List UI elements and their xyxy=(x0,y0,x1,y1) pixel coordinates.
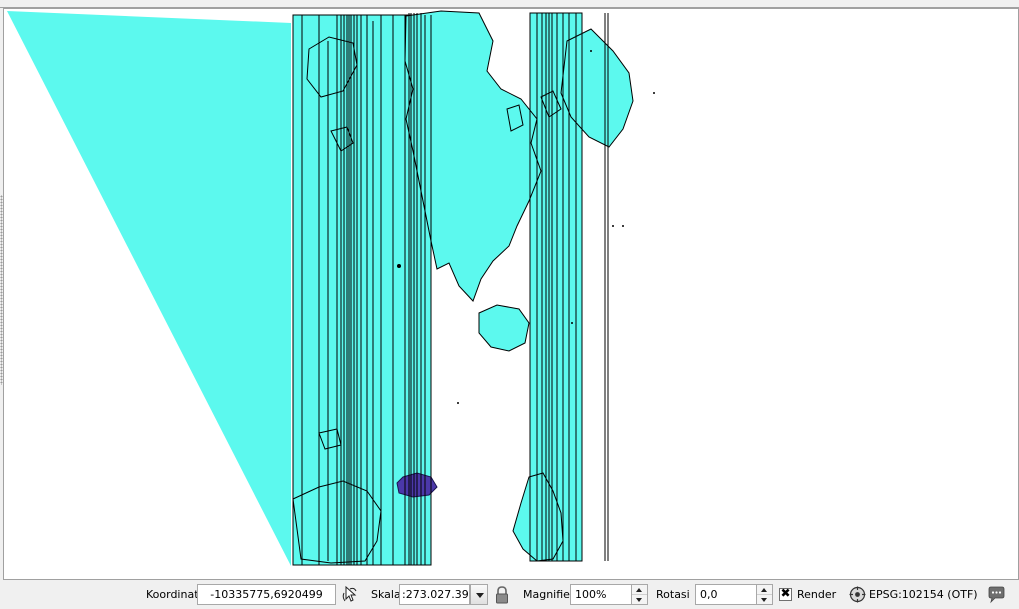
map-render[interactable] xyxy=(4,9,1018,579)
rotation-stepper[interactable] xyxy=(757,584,773,605)
crs-globe-icon[interactable] xyxy=(849,586,866,603)
mouse-pointer-icon[interactable] xyxy=(341,585,359,605)
toolbar-edge xyxy=(0,0,1019,8)
scale-dropdown-button[interactable] xyxy=(470,584,488,605)
magnifier-spinbox[interactable]: 100% xyxy=(570,584,632,605)
crs-status-label[interactable]: EPSG:102154 (OTF) xyxy=(869,589,978,601)
status-bar: Koordinat -10335775,6920499 Skala :273.0… xyxy=(0,580,1019,609)
checkmark-icon: ✖ xyxy=(780,586,791,600)
qgis-map-window: Koordinat -10335775,6920499 Skala :273.0… xyxy=(0,0,1019,609)
speech-bubble-icon[interactable] xyxy=(987,586,1006,604)
magnifier-decrease-button[interactable] xyxy=(632,595,647,605)
render-checkbox[interactable]: ✖ xyxy=(779,586,792,601)
map-canvas[interactable] xyxy=(3,8,1019,580)
scale-label: Skala xyxy=(371,588,401,601)
render-label: Render xyxy=(797,588,837,601)
rotation-spinbox[interactable]: 0,0 xyxy=(695,584,757,605)
scale-combobox[interactable]: :273.027.398 xyxy=(399,584,470,605)
magnifier-stepper[interactable] xyxy=(632,584,648,605)
map-wedge-feature xyxy=(7,11,291,566)
rotation-increase-button[interactable] xyxy=(757,585,772,595)
rotation-decrease-button[interactable] xyxy=(757,595,772,605)
rotation-label: Rotasi xyxy=(656,588,690,601)
map-layer-features xyxy=(7,10,655,566)
dock-resize-handle[interactable] xyxy=(0,195,3,385)
chevron-down-icon xyxy=(476,593,484,598)
coordinate-label: Koordinat xyxy=(146,588,199,601)
magnifier-increase-button[interactable] xyxy=(632,585,647,595)
coordinate-field[interactable]: -10335775,6920499 xyxy=(197,584,336,605)
lock-icon[interactable] xyxy=(494,585,510,605)
magnifier-label: Magnifier xyxy=(523,588,575,601)
map-landmass-australia xyxy=(478,304,530,352)
